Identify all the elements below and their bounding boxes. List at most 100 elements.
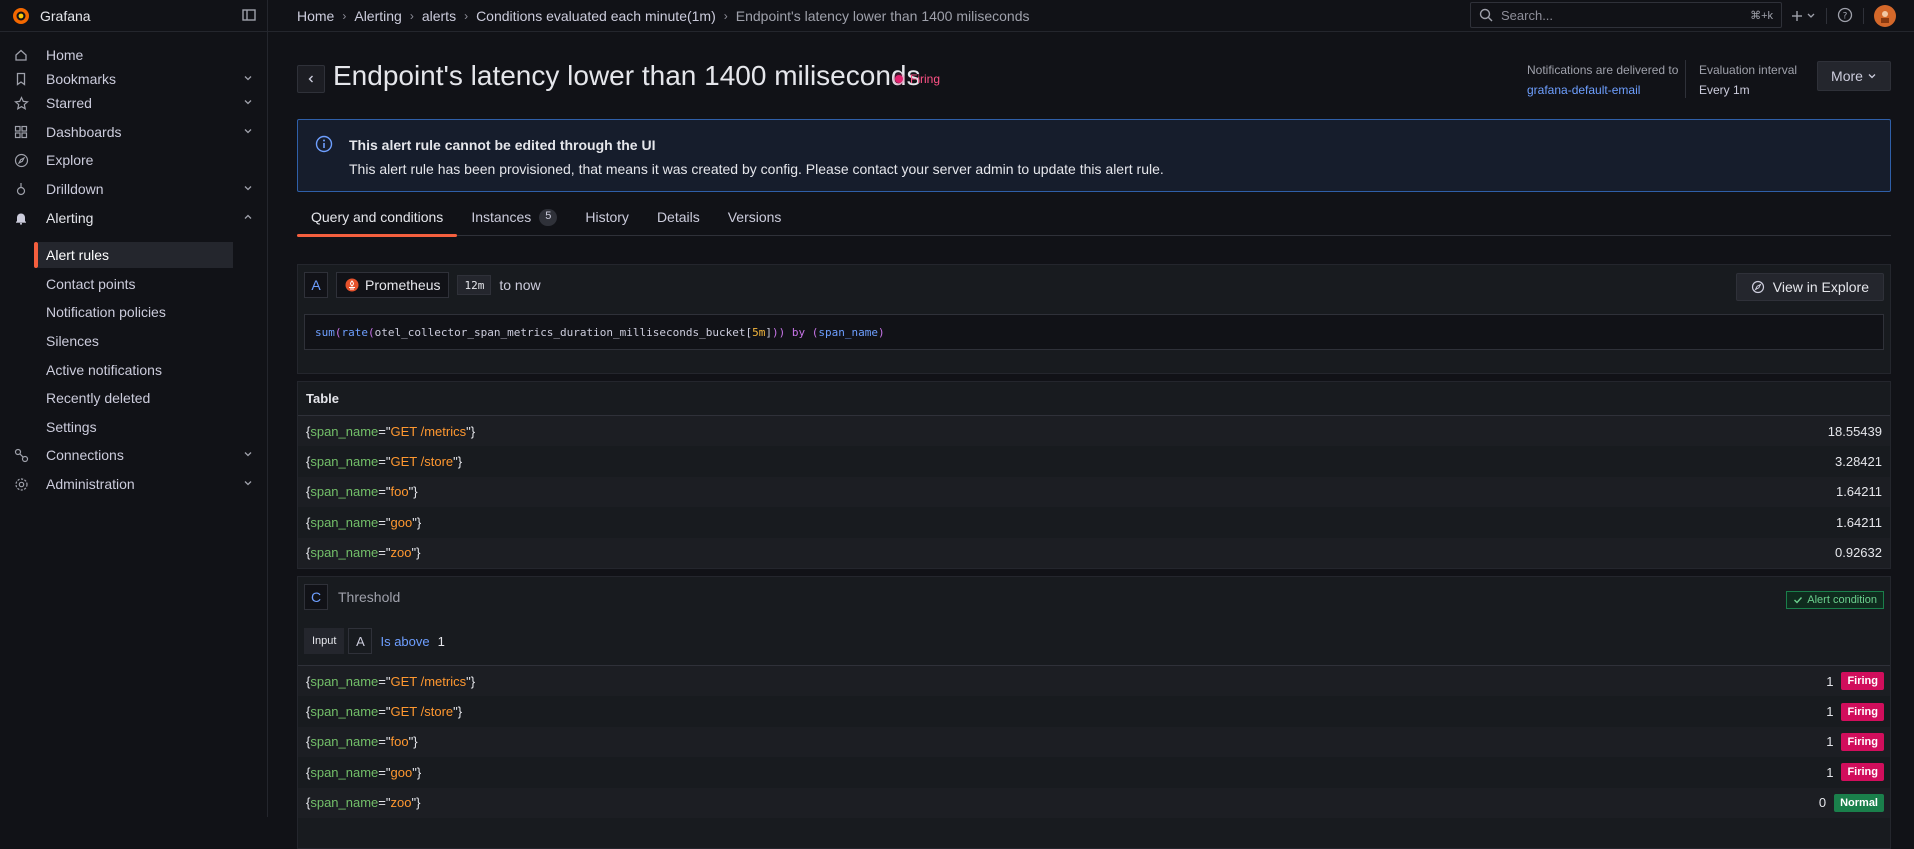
breadcrumb-group[interactable]: Conditions evaluated each minute(1m) [476, 8, 716, 24]
chevron-down-icon[interactable] [242, 448, 254, 460]
label-key: span_name [310, 454, 379, 470]
chevron-down-icon [1868, 74, 1876, 79]
alert-condition-badge: Alert condition [1786, 591, 1884, 609]
label-value: GET /metrics [390, 423, 467, 439]
chevron-down-icon[interactable] [242, 477, 254, 489]
tab-label: Instances [471, 209, 532, 225]
tab-label: Versions [727, 209, 782, 225]
bell-icon [13, 210, 29, 226]
result-value: 0 [1818, 795, 1827, 811]
sidebar-item-alert-rules[interactable]: Alert rules [34, 242, 233, 268]
tab-label: History [585, 209, 629, 225]
breadcrumb-alerts[interactable]: alerts [422, 8, 456, 24]
breadcrumb-home[interactable]: Home [297, 8, 334, 24]
tab-instances[interactable]: Instances 5 [457, 206, 571, 236]
expr-token: rate [341, 325, 369, 339]
sidebar-item-alerting[interactable]: Alerting [0, 205, 268, 231]
table-header: Table [298, 382, 1890, 416]
star-icon [13, 95, 29, 111]
sidebar-item-silences[interactable]: Silences [38, 328, 233, 354]
notifications-info: Notifications are delivered to grafana-d… [1527, 63, 1678, 97]
search-input[interactable]: Search... ⌘+k [1470, 2, 1782, 28]
chevron-down-icon[interactable] [242, 96, 254, 108]
sidebar-item-dashboards[interactable]: Dashboards [0, 119, 268, 145]
contact-point-link[interactable]: grafana-default-email [1527, 83, 1678, 97]
divider [1863, 8, 1864, 24]
sidebar-item-explore[interactable]: Explore [0, 147, 268, 173]
chevron-down-icon[interactable] [242, 72, 254, 84]
expr-token: by [791, 325, 806, 339]
sidebar-item-label: Starred [46, 95, 92, 111]
state-badge: Firing [1841, 702, 1884, 721]
tab-label: Details [656, 209, 700, 225]
label-value: GET /store [390, 454, 454, 470]
expr-token: ) [877, 325, 885, 339]
condition-header: C Threshold [304, 584, 400, 610]
tab-details[interactable]: Details [643, 206, 714, 236]
sidebar-item-starred[interactable]: Starred [0, 90, 268, 116]
sidebar-item-home[interactable]: Home [0, 42, 268, 68]
top-icons: ? [1790, 0, 1896, 32]
sidebar-item-bookmarks[interactable]: Bookmarks [0, 66, 268, 92]
input-ref: A [348, 628, 373, 654]
expr-token: ( [811, 325, 819, 339]
query-expression[interactable]: sum(rate(otel_collector_span_metrics_dur… [304, 314, 1884, 350]
brand: Grafana [0, 0, 268, 32]
label-key: span_name [310, 545, 379, 561]
avatar[interactable] [1874, 5, 1896, 27]
sidebar-item-connections[interactable]: Connections [0, 442, 268, 468]
expr-token: sum [315, 325, 335, 339]
threshold-value: 1 [437, 633, 445, 649]
more-button[interactable]: More [1817, 61, 1891, 91]
state-badge: Firing [1841, 732, 1884, 751]
row-number: 18.55439 [1827, 423, 1882, 439]
breadcrumb-separator-icon: › [409, 8, 414, 23]
search-shortcut: ⌘+k [1750, 9, 1773, 22]
sidebar-item-label: Administration [46, 476, 135, 492]
chevron-down-icon[interactable] [242, 182, 254, 194]
breadcrumb-alerting[interactable]: Alerting [354, 8, 401, 24]
result-value: 1 [1826, 673, 1834, 689]
time-range-badge: 12m [457, 275, 492, 295]
sidebar-item-label: Bookmarks [46, 71, 117, 87]
threshold-operator: Is above [380, 633, 430, 649]
tab-query-and-conditions[interactable]: Query and conditions [297, 206, 458, 237]
table-row: {span_name="GET /metrics"} 18.55439 [298, 416, 1890, 447]
tab-history[interactable]: History [571, 206, 643, 236]
label-value: zoo [390, 545, 412, 561]
provisioned-info-alert: This alert rule cannot be edited through… [297, 119, 1891, 192]
view-in-explore-button[interactable]: View in Explore [1735, 273, 1884, 301]
back-button[interactable] [297, 65, 325, 93]
sidebar-item-settings[interactable]: Settings [38, 414, 233, 440]
chevron-up-icon[interactable] [242, 211, 254, 223]
grafana-logo-icon[interactable] [10, 5, 32, 27]
label-value: GET /store [390, 704, 454, 720]
condition-type: Threshold [338, 589, 401, 605]
evaluation-label: Evaluation interval [1699, 63, 1798, 77]
sidebar-item-drilldown[interactable]: Drilldown [0, 176, 268, 202]
label-value: goo [390, 764, 413, 780]
sidebar-item-active-notifications[interactable]: Active notifications [38, 357, 233, 383]
alert-body: This alert rule has been provisioned, th… [349, 161, 1164, 177]
table-row: {span_name="GET /metrics"} 1 Firing [298, 666, 1890, 697]
drilldown-icon [13, 181, 29, 197]
input-label: Input [304, 628, 345, 654]
sidebar-item-recently-deleted[interactable]: Recently deleted [38, 385, 233, 411]
help-icon[interactable]: ? [1837, 7, 1853, 26]
app-name: Grafana [40, 7, 91, 24]
sidebar-item-contact-points[interactable]: Contact points [38, 271, 233, 297]
state-badge: Normal [1834, 793, 1884, 812]
add-icon[interactable] [1790, 9, 1816, 23]
home-icon [13, 47, 29, 63]
tab-versions[interactable]: Versions [714, 206, 796, 236]
evaluation-info: Evaluation interval Every 1m [1699, 63, 1797, 97]
label-key: span_name [310, 423, 379, 439]
dock-menu-icon[interactable] [241, 7, 257, 23]
label-key: span_name [310, 764, 379, 780]
sidebar-item-label: Alerting [46, 210, 94, 226]
bookmark-icon [13, 71, 29, 87]
top-bar: Grafana Home › Alerting › alerts › Condi… [0, 0, 1914, 32]
sidebar-item-administration[interactable]: Administration [0, 471, 268, 497]
chevron-down-icon[interactable] [242, 125, 254, 137]
sidebar-item-notification-policies[interactable]: Notification policies [38, 299, 233, 325]
